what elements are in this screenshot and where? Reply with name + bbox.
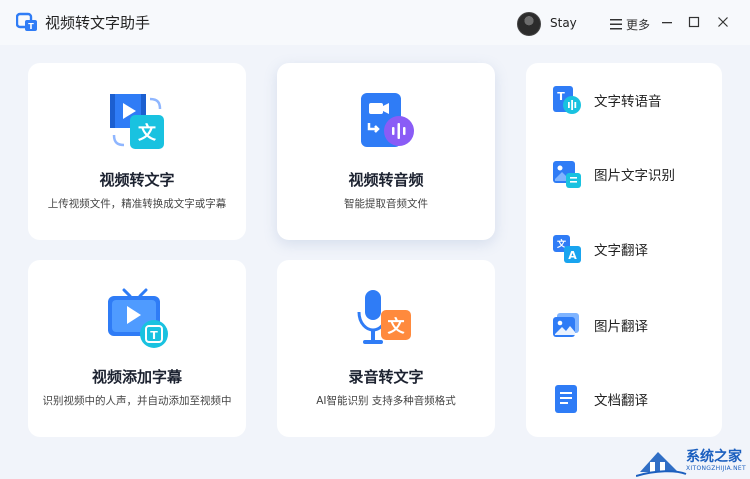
card-video-to-audio[interactable]: 视频转音频 智能提取音频文件: [277, 63, 495, 240]
more-label: 更多: [626, 18, 651, 32]
card-subtitle: 识别视频中的人声，并自动添加至视频中: [42, 395, 232, 407]
image-ocr-icon: [553, 161, 581, 188]
side-item-document-translate[interactable]: 文档翻译: [552, 383, 648, 415]
more-menu-button[interactable]: 更多: [610, 16, 650, 33]
svg-text:T: T: [150, 329, 158, 342]
text-translate-icon: 文 A: [553, 235, 581, 263]
card-subtitle: 智能提取音频文件: [344, 198, 428, 210]
side-item-image-translate[interactable]: 图片翻译: [552, 309, 648, 341]
side-item-image-ocr[interactable]: 图片文字识别: [552, 158, 675, 190]
side-item-text-translate[interactable]: 文 A 文字翻译: [552, 233, 648, 265]
minimize-icon: [662, 22, 672, 24]
card-video-to-text[interactable]: 文 视频转文字 上传视频文件，精准转换成文字或字幕: [28, 63, 246, 240]
svg-text:文: 文: [388, 316, 406, 337]
watermark-text: 系统之家: [686, 449, 742, 465]
document-translate-icon: [555, 385, 577, 413]
image-translate-icon: [553, 313, 579, 337]
card-audio-to-text[interactable]: 文 录音转文字 AI智能识别 支持多种音频格式: [277, 260, 495, 437]
close-button[interactable]: [713, 12, 733, 32]
side-item-label: 文字转语音: [594, 94, 662, 110]
side-item-label: 文字翻译: [594, 243, 648, 259]
side-item-label: 文档翻译: [594, 393, 648, 409]
minimize-button[interactable]: [657, 12, 677, 32]
video-to-audio-icon: [361, 93, 414, 147]
app-logo-icon: T: [16, 12, 37, 31]
video-to-text-icon: 文: [110, 94, 164, 149]
audio-to-text-icon: 文: [357, 290, 411, 344]
add-subtitle-icon: T: [108, 288, 168, 348]
username[interactable]: Stay: [550, 16, 577, 30]
close-icon: [718, 17, 728, 27]
app-title: 视频转文字助手: [45, 14, 151, 32]
svg-text:A: A: [568, 249, 577, 262]
maximize-button[interactable]: [684, 12, 704, 32]
card-add-subtitle[interactable]: T 视频添加字幕 识别视频中的人声，并自动添加至视频中: [28, 260, 246, 437]
card-title: 视频添加字幕: [91, 368, 182, 386]
watermark-url: XITONGZHIJIA.NET: [686, 465, 746, 472]
side-item-label: 图片翻译: [594, 319, 648, 335]
card-title: 视频转音频: [348, 171, 424, 189]
side-item-label: 图片文字识别: [594, 168, 675, 184]
title-bar: T 视频转文字助手 Stay 更多: [0, 0, 750, 45]
card-title: 录音转文字: [348, 368, 424, 386]
side-item-text-to-speech[interactable]: T 文字转语音: [552, 84, 662, 116]
card-subtitle: 上传视频文件，精准转换成文字或字幕: [47, 198, 227, 210]
text-to-speech-icon: T: [553, 86, 581, 114]
card-subtitle: AI智能识别 支持多种音频格式: [316, 395, 456, 407]
svg-text:文: 文: [138, 122, 157, 144]
svg-text:T: T: [28, 22, 34, 31]
card-title: 视频转文字: [99, 171, 175, 189]
avatar[interactable]: [517, 12, 541, 36]
menu-icon: [610, 19, 622, 30]
maximize-icon: [688, 16, 700, 28]
side-tools-panel: T 文字转语音 图片文字识别 文 A 文字翻译 图片翻译 文档翻译: [526, 63, 722, 437]
